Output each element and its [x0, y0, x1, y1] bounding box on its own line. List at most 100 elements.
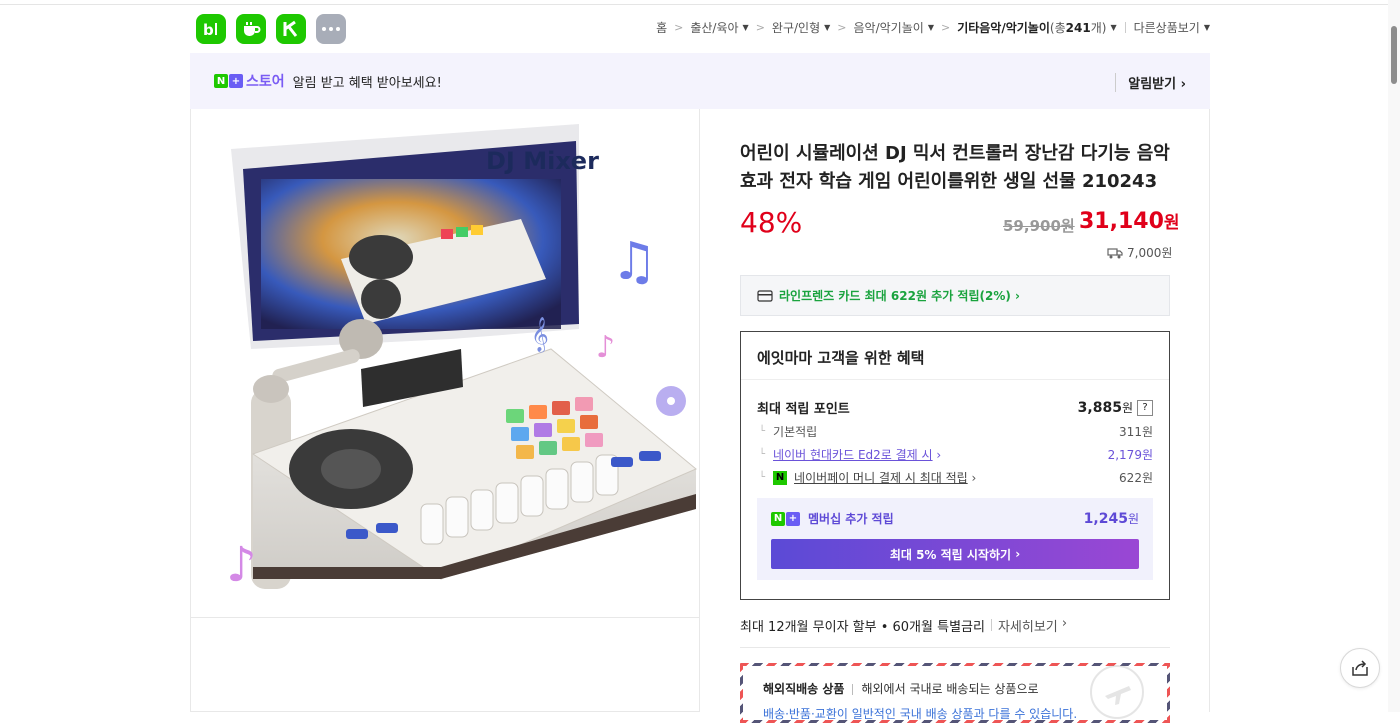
chevron-right-icon: › [1010, 288, 1020, 303]
sale-price-value: 31,140 [1079, 209, 1164, 234]
caret-down-icon[interactable]: ▼ [824, 23, 830, 32]
caret-down-icon[interactable]: ▼ [928, 23, 934, 32]
sale-price: 31,140원 [1079, 208, 1180, 234]
max-points-number: 3,885 [1077, 400, 1122, 416]
original-price: 59,900원 [1003, 217, 1075, 235]
blog-app-icon[interactable]: b [196, 14, 226, 44]
divider [1124, 22, 1126, 33]
breadcrumb-category-1[interactable]: 출산/육아 [690, 19, 738, 36]
shipping-fee-value: 7,000원 [1127, 246, 1173, 260]
notification-banner: N + 스토어 알림 받고 혜택 받아보세요! 알림받기 › [190, 53, 1210, 109]
svg-text:♪: ♪ [596, 330, 615, 365]
basic-points-value: 311원 [1119, 425, 1153, 439]
naver-plus-store-logo: N + 스토어 [214, 71, 285, 91]
content-border [1209, 109, 1210, 712]
breadcrumb-count-suffix: 개) [1090, 21, 1107, 35]
product-title: 어린이 시뮬레이션 DJ 믹서 컨트롤러 장난감 다기능 음악 효과 전자 학습… [740, 143, 1170, 192]
plus-icon: + [229, 74, 243, 88]
help-button[interactable]: ? [1137, 399, 1153, 416]
breadcrumb-count-prefix: (총 [1049, 21, 1066, 35]
indent-icon: └ [759, 472, 766, 483]
breadcrumb-category-3[interactable]: 음악/악기놀이 [854, 19, 924, 36]
membership-value: 1,245원 [1084, 510, 1139, 527]
airplane-stamp-icon [1090, 665, 1144, 719]
basic-points-label: 기본적립 [773, 425, 818, 439]
more-apps-icon[interactable] [316, 14, 346, 44]
membership-label: 멤버십 추가 적립 [808, 512, 894, 526]
max-points-value: 3,885원 [1078, 399, 1133, 416]
breadcrumb: 홈 > 출산/육아 ▼ > 완구/인형 ▼ > 음악/악기놀이 ▼ > 기타음악… [656, 19, 1210, 36]
naver-pay-icon: N [773, 470, 788, 485]
chevron-right-icon: › [1011, 547, 1021, 561]
indent-icon: └ [759, 449, 766, 460]
svg-text:♫: ♫ [611, 232, 658, 292]
breadcrumb-category-2[interactable]: 완구/인형 [772, 19, 820, 36]
banner-text: 알림 받고 혜택 받아보세요! [292, 75, 442, 91]
caret-down-icon[interactable]: ▼ [743, 23, 749, 32]
breadcrumb-count: 241 [1065, 20, 1091, 35]
chevron-right-icon: › [967, 470, 977, 485]
naver-apps: b [196, 14, 346, 44]
chevron-right-icon: > [837, 21, 847, 34]
card-points-value: 2,179원 [1107, 448, 1153, 462]
top-divider [0, 4, 1400, 5]
pay-points-row: └ N 네이버페이 머니 결제 시 최대 적립 › 622원 [757, 469, 1153, 486]
basic-points-row: └ 기본적립 311원 [757, 423, 1153, 440]
truck-icon [1107, 247, 1123, 258]
indent-icon: └ [759, 426, 766, 437]
chevron-right-icon: > [940, 21, 951, 34]
cafe-app-icon[interactable] [236, 14, 266, 44]
product-image[interactable]: DJ Mixer ♫ 𝄞 ♪ ♪ [191, 109, 699, 617]
pay-points-link[interactable]: 네이버페이 머니 결제 시 최대 적립 [794, 469, 968, 486]
share-button[interactable] [1340, 648, 1380, 688]
shipping-fee: 7,000원 [1107, 244, 1172, 261]
page-scrollbar[interactable] [1388, 0, 1400, 712]
overseas-title: 해외직배송 상품 [763, 682, 845, 696]
benefit-title: 에잇마마 고객을 위한 혜택 [741, 332, 1169, 380]
membership-number: 1,245 [1083, 511, 1128, 527]
max-points-row: 최대 적립 포인트 3,885원 ? [757, 398, 1153, 417]
chevron-right-icon: > [755, 21, 765, 34]
chevron-right-icon: > [674, 21, 684, 34]
breadcrumb-category-4[interactable]: 기타음악/악기놀이 [957, 19, 1050, 36]
svg-text:𝄞: 𝄞 [531, 317, 549, 353]
store-label: 스토어 [246, 74, 285, 90]
plus-icon: + [786, 511, 800, 526]
membership-start-button[interactable]: 최대 5% 적립 시작하기 › [771, 539, 1139, 569]
share-icon [1352, 660, 1368, 676]
chevron-right-icon: › [1057, 616, 1068, 631]
svg-text:b: b [203, 21, 214, 38]
chevron-right-icon: › [1180, 77, 1186, 92]
card-points-link[interactable]: 네이버 현대카드 Ed2로 결제 시 [773, 446, 933, 463]
sale-price-unit: 원 [1163, 213, 1180, 233]
chevron-right-icon: › [932, 447, 942, 462]
won-unit: 원 [1127, 512, 1139, 526]
divider [852, 684, 854, 695]
naver-n-icon: N [771, 511, 785, 526]
alarm-button[interactable]: 알림받기 › [1115, 73, 1186, 92]
membership-button-label: 최대 5% 적립 시작하기 [889, 547, 1012, 562]
overseas-shipping-notice: 해외직배송 상품 해외에서 국내로 배송되는 상품으로 배송·반품·교환이 일반적… [740, 663, 1170, 723]
installment-info: 최대 12개월 무이자 할부 • 60개월 특별금리 자세히보기 › [740, 616, 1170, 648]
svg-text:♪: ♪ [226, 537, 257, 593]
caret-down-icon[interactable]: ▼ [1204, 23, 1210, 32]
overseas-desc: 해외에서 국내로 배송되는 상품으로 [861, 682, 1039, 696]
card-benefit-text: 라인프렌즈 카드 최대 622원 추가 적립(2%) [779, 289, 1011, 303]
membership-row: N + 멤버십 추가 적립 1,245원 [771, 510, 1139, 527]
won-unit: 원 [1121, 401, 1133, 415]
scrollbar-thumb[interactable] [1391, 26, 1397, 84]
caret-down-icon[interactable]: ▼ [1110, 23, 1116, 32]
discount-rate: 48% [740, 206, 803, 239]
other-products-link[interactable]: 다른상품보기 [1134, 19, 1200, 36]
max-points-label: 최대 적립 포인트 [757, 402, 850, 417]
installment-more-link[interactable]: 자세히보기 [998, 616, 1058, 635]
breadcrumb-home[interactable]: 홈 [656, 19, 667, 36]
credit-card-icon [757, 289, 773, 302]
kream-app-icon[interactable] [276, 14, 306, 44]
alarm-label: 알림받기 [1128, 77, 1177, 92]
image-divider [191, 617, 699, 618]
overseas-line-1: 해외직배송 상품 해외에서 국내로 배송되는 상품으로 [763, 680, 1077, 697]
product-image-panel: DJ Mixer ♫ 𝄞 ♪ ♪ [190, 109, 700, 712]
naver-n-icon: N [214, 74, 228, 88]
card-benefit-banner[interactable]: 라인프렌즈 카드 최대 622원 추가 적립(2%) › [740, 275, 1170, 316]
